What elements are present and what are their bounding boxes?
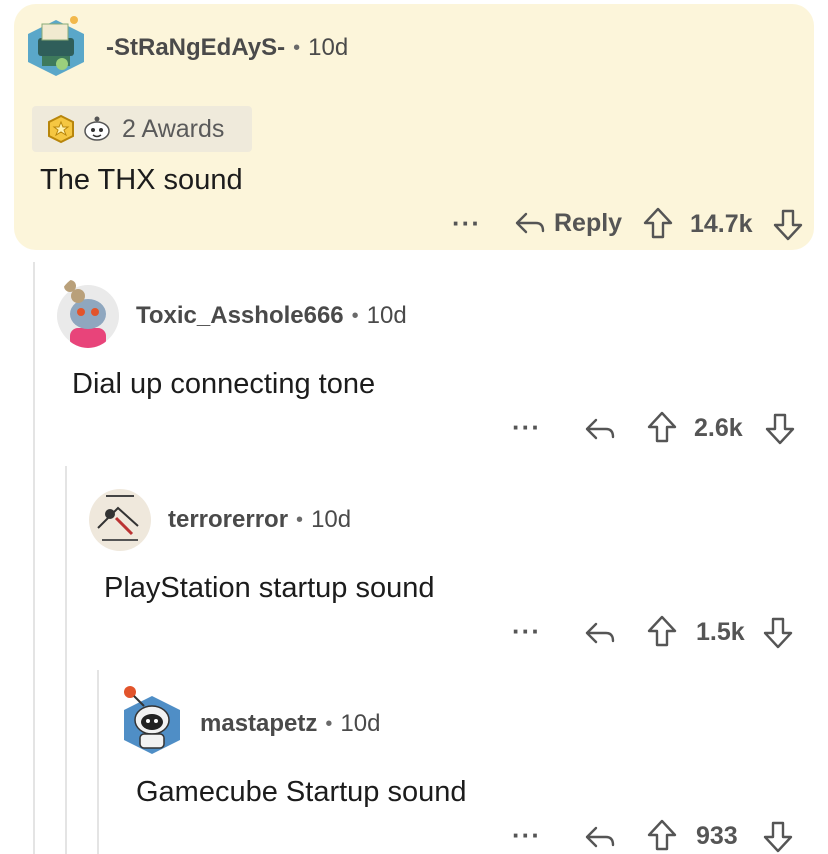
score-value: 14.7k — [690, 210, 753, 238]
reply-icon — [584, 822, 616, 852]
comment-age: 10d — [311, 506, 352, 533]
username[interactable]: -StRaNgEdAyS- — [106, 34, 285, 62]
upvote-arrow-icon — [642, 206, 674, 240]
awards-badge[interactable]: 2 Awards — [32, 106, 252, 152]
comment-age: 10d — [340, 710, 381, 737]
upvote-button[interactable] — [642, 206, 674, 240]
wholesome-award-icon — [82, 114, 112, 144]
upvote-button[interactable] — [646, 818, 678, 852]
more-icon: ··· — [452, 208, 481, 238]
typewriter-avatar-icon[interactable] — [24, 12, 88, 80]
upvote-arrow-icon — [646, 410, 678, 444]
comment-body: Gamecube Startup sound — [136, 776, 467, 808]
vote-score: 14.7k — [690, 210, 753, 239]
snoo-avatar-icon[interactable] — [56, 274, 120, 348]
downvote-arrow-icon — [762, 616, 794, 650]
gold-award-icon — [46, 114, 76, 144]
more-options-button[interactable]: ··· — [452, 208, 481, 239]
reply-button[interactable] — [584, 414, 616, 444]
meta-separator: • — [351, 304, 359, 327]
downvote-button[interactable] — [764, 412, 796, 446]
score-value: 933 — [696, 822, 738, 850]
comment-age: 10d — [366, 302, 407, 329]
upvote-button[interactable] — [646, 614, 678, 648]
reply-icon — [514, 208, 546, 238]
vote-score: 1.5k — [696, 618, 745, 647]
downvote-arrow-icon — [772, 208, 804, 242]
thread-line[interactable] — [65, 466, 67, 854]
downvote-button[interactable] — [762, 820, 794, 854]
awards-count: 2 Awards — [122, 114, 225, 143]
more-options-button[interactable]: ··· — [512, 616, 541, 647]
more-options-button[interactable]: ··· — [512, 412, 541, 443]
comment-meta: mastapetz • 10d — [200, 710, 380, 738]
meta-separator: • — [293, 36, 301, 59]
downvote-button[interactable] — [762, 616, 794, 650]
username[interactable]: terrorerror — [168, 506, 288, 534]
thread-line[interactable] — [97, 670, 99, 854]
thread-line[interactable] — [33, 262, 35, 854]
more-icon: ··· — [512, 820, 541, 850]
vote-score: 2.6k — [694, 414, 743, 443]
robot-snoo-avatar-icon[interactable] — [120, 682, 182, 756]
comment-meta: -StRaNgEdAyS- • 10d — [106, 34, 348, 62]
reply-icon — [584, 414, 616, 444]
score-value: 1.5k — [696, 618, 745, 646]
meta-separator: • — [325, 712, 333, 735]
meta-separator: • — [296, 508, 304, 531]
more-icon: ··· — [512, 412, 541, 442]
more-options-button[interactable]: ··· — [512, 820, 541, 851]
reply-button[interactable] — [584, 822, 616, 852]
comment-age: 10d — [308, 34, 349, 61]
illustration-avatar-icon[interactable] — [88, 488, 152, 552]
comment-body: PlayStation startup sound — [104, 572, 435, 604]
comment-body: Dial up connecting tone — [72, 368, 376, 400]
reply-label: Reply — [554, 208, 623, 237]
reply-icon — [584, 618, 616, 648]
username[interactable]: mastapetz — [200, 710, 317, 738]
downvote-arrow-icon — [764, 412, 796, 446]
upvote-arrow-icon — [646, 614, 678, 648]
username[interactable]: Toxic_Asshole666 — [136, 302, 344, 330]
downvote-button[interactable] — [772, 208, 804, 242]
reply-button[interactable]: Reply — [514, 208, 622, 238]
reply-button[interactable] — [584, 618, 616, 648]
downvote-arrow-icon — [762, 820, 794, 854]
upvote-arrow-icon — [646, 818, 678, 852]
comment-meta: Toxic_Asshole666 • 10d — [136, 302, 407, 330]
more-icon: ··· — [512, 616, 541, 646]
upvote-button[interactable] — [646, 410, 678, 444]
comment-body: The THX sound — [40, 164, 243, 196]
comment-meta: terrorerror • 10d — [168, 506, 351, 534]
vote-score: 933 — [696, 822, 738, 851]
score-value: 2.6k — [694, 414, 743, 442]
